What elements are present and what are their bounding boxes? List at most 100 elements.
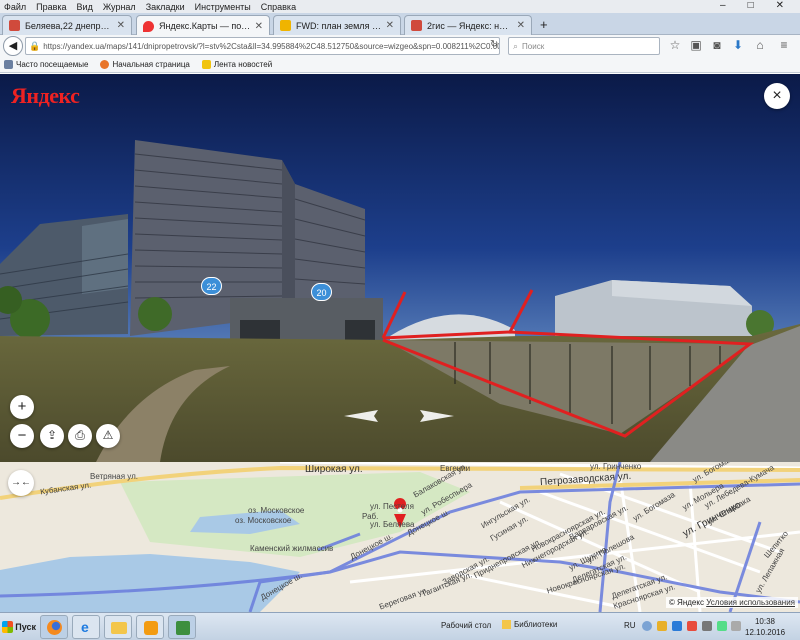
tab-fwd-mail[interactable]: FWD: план земля - Почта М... ✕ bbox=[273, 15, 401, 35]
close-window-button[interactable]: ✕ bbox=[776, 0, 784, 13]
mail-favicon-icon bbox=[280, 20, 291, 31]
back-button[interactable]: ◀ bbox=[3, 36, 23, 56]
minimize-button[interactable]: – bbox=[720, 0, 726, 13]
menu-tools[interactable]: Инструменты bbox=[195, 2, 251, 12]
bookmarks-bar: Часто посещаемые Начальная страница Лент… bbox=[0, 57, 800, 73]
tab-bar: Беляева,22 днепропетровс... ✕ Яндекс.Кар… bbox=[0, 13, 800, 36]
clipboard-icon[interactable]: ▣ bbox=[689, 38, 703, 52]
explorer-task-button[interactable] bbox=[104, 615, 132, 639]
start-button[interactable]: Пуск bbox=[2, 616, 36, 638]
reload-icon[interactable]: ↻ bbox=[490, 39, 498, 50]
pocket-icon[interactable]: ◙ bbox=[710, 38, 724, 52]
internet-explorer-icon: e bbox=[81, 619, 89, 635]
map-street-label: Раб. bbox=[362, 512, 379, 521]
rss-icon bbox=[201, 60, 211, 69]
window-icon bbox=[176, 621, 190, 635]
close-panorama-button[interactable]: × bbox=[764, 83, 790, 109]
panorama-image[interactable] bbox=[0, 74, 800, 462]
house-number-badge[interactable]: 22 bbox=[201, 277, 222, 295]
new-tab-button[interactable]: + bbox=[540, 17, 548, 32]
maximize-button[interactable]: □ bbox=[748, 0, 754, 13]
navigation-bar: ◀ 🔒 https://yandex.ua/maps/141/dnipropet… bbox=[0, 35, 800, 57]
clock[interactable]: 10:38 12.10.2016 bbox=[745, 616, 785, 638]
language-indicator[interactable]: RU bbox=[624, 621, 636, 630]
folder-icon bbox=[4, 60, 13, 69]
tab-close-icon[interactable]: ✕ bbox=[386, 20, 394, 31]
yandex-logo[interactable]: Яндекс bbox=[11, 83, 80, 109]
start-label: Пуск bbox=[15, 622, 36, 632]
street-panorama[interactable]: Яндекс × 22 20 + − ⇪ ⎙ ⚠ bbox=[0, 74, 800, 462]
tab-yandex-maps[interactable]: Яндекс.Карты — подробна... ✕ bbox=[136, 15, 270, 36]
antivirus-icon[interactable] bbox=[687, 621, 697, 631]
windows-logo-icon bbox=[2, 621, 14, 633]
map-district-label: Каменский жилмассив bbox=[250, 544, 334, 553]
print-icon[interactable]: ⎙ bbox=[68, 424, 92, 448]
firefox-icon bbox=[100, 60, 110, 69]
zoom-out-button[interactable]: − bbox=[10, 424, 34, 448]
bookmark-label: Часто посещаемые bbox=[16, 60, 89, 69]
map-pin-favicon-icon bbox=[143, 20, 154, 32]
search-placeholder: Поиск bbox=[522, 41, 545, 51]
media-task-button[interactable] bbox=[136, 615, 164, 639]
notification-icon[interactable] bbox=[657, 621, 667, 631]
clock-date: 12.10.2016 bbox=[745, 628, 786, 637]
collapse-map-button[interactable]: →← bbox=[8, 470, 34, 496]
lock-icon: 🔒 bbox=[29, 40, 41, 51]
tab-label: Беляева,22 днепропетровс... bbox=[25, 20, 113, 31]
bookmark-news-feed[interactable]: Лента новостей bbox=[201, 60, 272, 69]
map-canvas[interactable] bbox=[0, 462, 800, 612]
menu-file[interactable]: Файл bbox=[4, 2, 26, 12]
libraries-toolbar[interactable]: Библиотеки bbox=[502, 620, 557, 629]
url-bar[interactable]: 🔒 https://yandex.ua/maps/141/dnipropetro… bbox=[25, 37, 500, 55]
menu-view[interactable]: Вид bbox=[77, 2, 93, 12]
bookmark-home-page[interactable]: Начальная страница bbox=[100, 60, 190, 69]
download-icon[interactable]: ⬇ bbox=[731, 38, 745, 52]
flag-icon[interactable] bbox=[702, 621, 712, 631]
tab-close-icon[interactable]: ✕ bbox=[117, 20, 125, 31]
tab-label: Яндекс.Карты — подробна... bbox=[159, 21, 251, 31]
map-lake-label: оз. Московское bbox=[235, 516, 292, 525]
menu-history[interactable]: Журнал bbox=[103, 2, 136, 12]
share-icon[interactable]: ⇪ bbox=[40, 424, 64, 448]
bookmark-most-visited[interactable]: Часто посещаемые bbox=[4, 60, 88, 69]
house-number-badge[interactable]: 20 bbox=[311, 283, 332, 301]
ie-task-button[interactable]: e bbox=[72, 615, 100, 639]
tab-2gis[interactable]: 2гис — Яндекс: нашлось 2 м... ✕ bbox=[404, 15, 532, 35]
firefox-task-button[interactable] bbox=[40, 615, 68, 639]
mini-map[interactable]: →← Широкая ул. Петрозаводская ул. ул. Гр… bbox=[0, 462, 800, 612]
terms-of-use-link[interactable]: Условия использования bbox=[706, 598, 795, 607]
network-icon[interactable] bbox=[717, 621, 727, 631]
app-task-button[interactable] bbox=[168, 615, 196, 639]
map-street-label: ул. Гринченко bbox=[590, 462, 642, 471]
desktop-label[interactable]: Рабочий стол bbox=[441, 621, 491, 630]
tab-belyaeva[interactable]: Беляева,22 днепропетровс... ✕ bbox=[2, 15, 132, 35]
map-street-label: ул. Пестеля bbox=[370, 502, 414, 511]
star-icon[interactable]: ☆ bbox=[668, 38, 682, 52]
copyright-text: © Яндекс bbox=[668, 598, 704, 607]
folder-icon bbox=[111, 622, 127, 634]
search-icon: ⌕ bbox=[513, 40, 519, 51]
firefox-icon bbox=[47, 620, 62, 635]
home-icon[interactable]: ⌂ bbox=[753, 38, 767, 52]
volume-icon[interactable] bbox=[731, 621, 741, 631]
menu-help[interactable]: Справка bbox=[261, 2, 296, 12]
menu-edit[interactable]: Правка bbox=[36, 2, 66, 12]
skype-icon[interactable] bbox=[672, 621, 682, 631]
move-right-arrow-icon[interactable] bbox=[420, 409, 454, 423]
tab-close-icon[interactable]: ✕ bbox=[517, 20, 525, 31]
search-input[interactable]: ⌕ Поиск bbox=[508, 37, 660, 55]
bookmark-label: Начальная страница bbox=[112, 60, 190, 69]
move-left-arrow-icon[interactable] bbox=[344, 409, 378, 423]
tab-close-icon[interactable]: ✕ bbox=[255, 21, 263, 32]
libraries-label: Библиотеки bbox=[514, 620, 558, 629]
warning-icon[interactable]: ⚠ bbox=[96, 424, 120, 448]
help-icon[interactable] bbox=[642, 621, 652, 631]
url-text: https://yandex.ua/maps/141/dnipropetrovs… bbox=[43, 41, 500, 51]
menu-bookmarks[interactable]: Закладки bbox=[146, 2, 185, 12]
map-street-label: Широкая ул. bbox=[305, 464, 363, 475]
menu-icon[interactable]: ≡ bbox=[777, 38, 791, 52]
map-lake-label: оз. Московское bbox=[248, 506, 305, 515]
windows-taskbar: Пуск e Рабочий стол Библиотеки RU 10:38 … bbox=[0, 612, 800, 640]
library-icon bbox=[502, 620, 511, 629]
zoom-in-button[interactable]: + bbox=[10, 395, 34, 419]
